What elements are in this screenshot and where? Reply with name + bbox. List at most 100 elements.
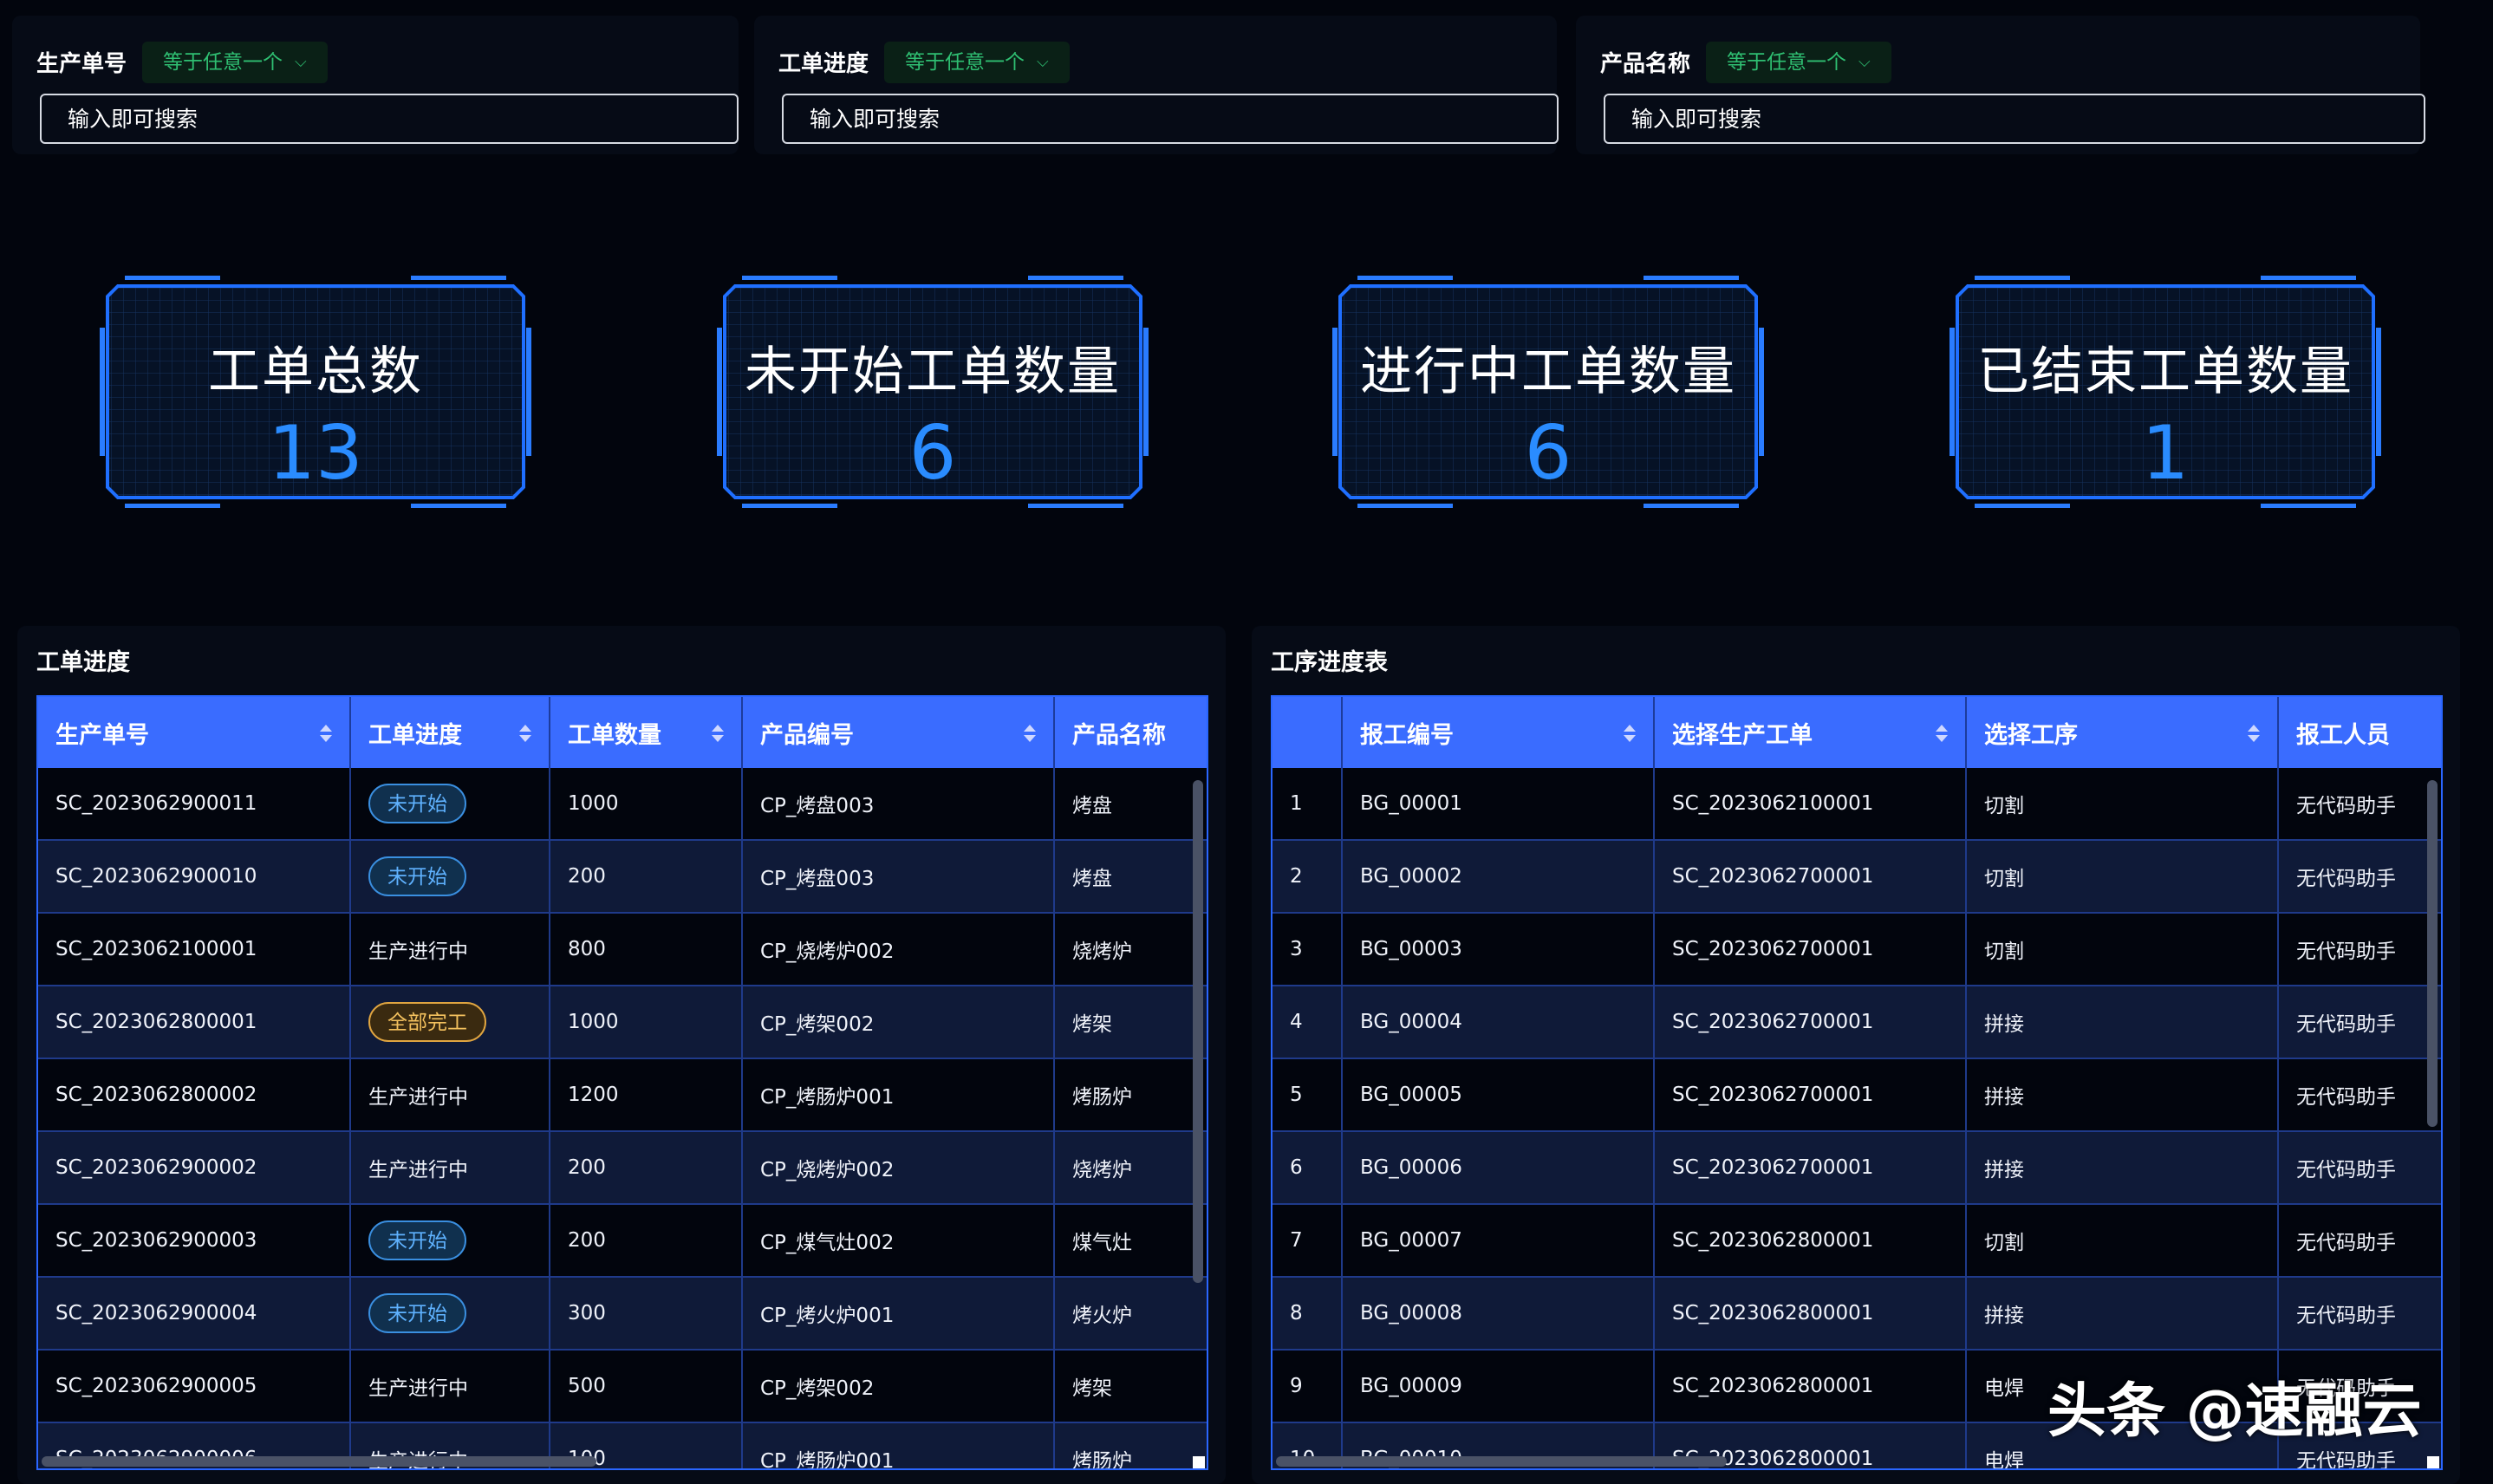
stat-value: 13 — [268, 410, 363, 497]
table-row[interactable]: SC_2023062800001 全部完工 1000 CP_烤架002 烤架 — [38, 986, 1207, 1059]
sort-icon[interactable] — [1622, 723, 1637, 744]
table-cell: 煤气灶 — [1054, 1204, 1207, 1278]
table-cell: 切割 — [1966, 840, 2279, 914]
watermark: 头条 @速融云 — [2047, 1377, 2422, 1446]
table-cell: 拼接 — [1966, 1058, 2279, 1132]
table-cell: CP_烤盘003 — [742, 840, 1055, 914]
operator-dropdown[interactable]: 等于任意一个 ⌵ — [884, 42, 1070, 83]
table-cell: SC_2023062800002 — [38, 1058, 351, 1132]
column-header[interactable] — [1273, 697, 1343, 768]
table-cell: SC_2023062900011 — [38, 768, 351, 841]
table-cell: CP_烤肠炉001 — [742, 1058, 1055, 1132]
table-cell: 烤架 — [1054, 986, 1207, 1059]
table-row[interactable]: 4 BG_00004 SC_2023062700001 拼接 无代码助手 — [1273, 986, 2441, 1059]
table-row[interactable]: SC_2023062900002 生产进行中 200 CP_烧烤炉002 烧烤炉 — [38, 1131, 1207, 1205]
horizontal-scrollbar[interactable] — [1276, 1456, 1727, 1467]
table-cell: SC_2023062700001 — [1654, 840, 1967, 914]
table-cell: 未开始 — [350, 1277, 550, 1351]
table-cell: BG_00007 — [1342, 1204, 1655, 1278]
filter-production-number: 生产单号 等于任意一个 ⌵ — [12, 16, 739, 154]
table-cell: CP_烤架002 — [742, 1350, 1055, 1423]
column-header[interactable]: 选择工序 — [1966, 697, 2279, 768]
table-cell: 无代码助手 — [2278, 913, 2441, 986]
table-cell: 9 — [1273, 1350, 1343, 1423]
column-header[interactable]: 工单数量 — [550, 697, 743, 768]
vertical-scrollbar[interactable] — [2427, 780, 2438, 1127]
table-cell: SC_2023062800001 — [1654, 1277, 1967, 1351]
table-row[interactable]: SC_2023062800002 生产进行中 1200 CP_烤肠炉001 烤肠炉 — [38, 1058, 1207, 1132]
table-cell: BG_00003 — [1342, 913, 1655, 986]
stat-value: 6 — [1524, 410, 1572, 497]
sort-icon[interactable] — [710, 723, 726, 744]
search-input[interactable] — [782, 94, 1559, 144]
filter-product-name: 产品名称 等于任意一个 ⌵ — [1576, 16, 2425, 154]
table-cell: 1 — [1273, 768, 1343, 841]
table-cell: SC_2023062800001 — [38, 986, 351, 1059]
table-cell: 生产进行中 — [350, 1131, 550, 1205]
column-header-label: 产品名称 — [1072, 721, 1166, 749]
table-row[interactable]: SC_2023062900003 未开始 200 CP_煤气灶002 煤气灶 — [38, 1204, 1207, 1278]
table-cell: SC_2023062800001 — [1654, 1350, 1967, 1423]
operator-dropdown[interactable]: 等于任意一个 ⌵ — [1706, 42, 1891, 83]
table-cell: 200 — [550, 1131, 743, 1205]
table-row[interactable]: 6 BG_00006 SC_2023062700001 拼接 无代码助手 — [1273, 1131, 2441, 1205]
sort-icon[interactable] — [517, 723, 533, 744]
table-cell: 无代码助手 — [2278, 1277, 2441, 1351]
column-header[interactable]: 选择生产工单 — [1654, 697, 1967, 768]
stat-title: 已结束工单数量 — [1977, 342, 2353, 402]
table-cell: CP_烤盘003 — [742, 768, 1055, 841]
table-row[interactable]: SC_2023062900004 未开始 300 CP_烤火炉001 烤火炉 — [38, 1277, 1207, 1351]
column-header-label: 报工人员 — [2296, 721, 2390, 749]
table-cell: 未开始 — [350, 768, 550, 841]
horizontal-scrollbar[interactable] — [42, 1456, 596, 1467]
table-cell: 5 — [1273, 1058, 1343, 1132]
status-badge: 未开始 — [368, 1220, 466, 1260]
search-input[interactable] — [1604, 94, 2425, 144]
vertical-scrollbar[interactable] — [1193, 780, 1203, 1283]
table-row[interactable]: 2 BG_00002 SC_2023062700001 切割 无代码助手 — [1273, 840, 2441, 914]
column-header-label: 工单进度 — [368, 721, 462, 749]
sort-icon[interactable] — [1934, 723, 1949, 744]
process-table: 报工编号 选择生产工单 选择工序 报工人员 1 BG_00001 SC_202306210… — [1271, 695, 2443, 1470]
table-row[interactable]: 7 BG_00007 SC_2023062800001 切割 无代码助手 — [1273, 1204, 2441, 1278]
sort-icon[interactable] — [1022, 723, 1038, 744]
table-row[interactable]: SC_2023062900011 未开始 1000 CP_烤盘003 烤盘 — [38, 768, 1207, 841]
table-cell: 未开始 — [350, 840, 550, 914]
table-cell: 1000 — [550, 768, 743, 841]
table-cell: 无代码助手 — [2278, 1204, 2441, 1278]
sort-icon[interactable] — [318, 723, 334, 744]
scroll-corner — [2427, 1456, 2439, 1468]
operator-dropdown[interactable]: 等于任意一个 ⌵ — [142, 42, 328, 83]
column-header[interactable]: 生产单号 — [38, 697, 351, 768]
table-cell: BG_00001 — [1342, 768, 1655, 841]
column-header[interactable]: 报工人员 — [2278, 697, 2441, 768]
chevron-down-icon: ⌵ — [1037, 53, 1049, 71]
table-row[interactable]: SC_2023062100001 生产进行中 800 CP_烧烤炉002 烧烤炉 — [38, 913, 1207, 986]
column-header[interactable]: 报工编号 — [1342, 697, 1655, 768]
sort-icon[interactable] — [2246, 723, 2262, 744]
table-cell: SC_2023062700001 — [1654, 1131, 1967, 1205]
table-row[interactable]: 1 BG_00001 SC_2023062100001 切割 无代码助手 — [1273, 768, 2441, 841]
column-header[interactable]: 产品名称 — [1054, 697, 1207, 768]
table-cell: 6 — [1273, 1131, 1343, 1205]
table-row[interactable]: 5 BG_00005 SC_2023062700001 拼接 无代码助手 — [1273, 1058, 2441, 1132]
table-cell: 烤肠炉 — [1054, 1422, 1207, 1468]
table-cell: 烤肠炉 — [1054, 1058, 1207, 1132]
table-cell: 1200 — [550, 1058, 743, 1132]
table-cell: SC_2023062900002 — [38, 1131, 351, 1205]
table-cell: CP_烤肠炉001 — [742, 1422, 1055, 1468]
table-row[interactable]: SC_2023062900005 生产进行中 500 CP_烤架002 烤架 — [38, 1350, 1207, 1423]
table-cell: 500 — [550, 1350, 743, 1423]
table-row[interactable]: 3 BG_00003 SC_2023062700001 切割 无代码助手 — [1273, 913, 2441, 986]
search-input[interactable] — [40, 94, 739, 144]
table-row[interactable]: 8 BG_00008 SC_2023062800001 拼接 无代码助手 — [1273, 1277, 2441, 1351]
table-cell: 拼接 — [1966, 1277, 2279, 1351]
operator-label: 等于任意一个 — [905, 51, 1025, 74]
column-header[interactable]: 工单进度 — [350, 697, 550, 768]
table-cell: 300 — [550, 1277, 743, 1351]
table-row[interactable]: SC_2023062900010 未开始 200 CP_烤盘003 烤盘 — [38, 840, 1207, 914]
table-cell: 200 — [550, 1204, 743, 1278]
column-header[interactable]: 产品编号 — [742, 697, 1055, 768]
table-cell: CP_煤气灶002 — [742, 1204, 1055, 1278]
table-cell: 切割 — [1966, 913, 2279, 986]
